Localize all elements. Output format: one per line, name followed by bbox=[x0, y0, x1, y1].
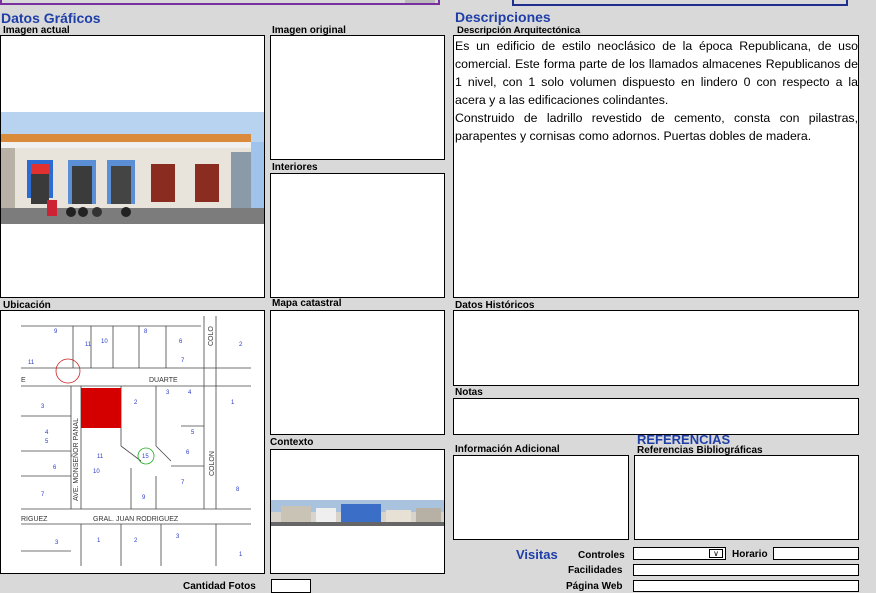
svg-text:COLO: COLO bbox=[208, 326, 215, 346]
building-photo bbox=[1, 112, 264, 224]
section-descripciones: Descripciones bbox=[455, 9, 551, 25]
svg-text:DUARTE: DUARTE bbox=[149, 377, 178, 384]
svg-text:AVE. MONSEÑOR PANAL: AVE. MONSEÑOR PANAL bbox=[71, 418, 80, 501]
descripcion-paragraph-1: Es un edificio de estilo neoclásico de l… bbox=[455, 39, 858, 107]
descripcion-text: Es un edificio de estilo neoclásico de l… bbox=[455, 37, 858, 145]
facilidades-field[interactable] bbox=[633, 564, 859, 576]
ubicacion-frame: DUARTE GRAL. JUAN RODRIGUEZ RIGUEZ E AVE… bbox=[0, 310, 265, 574]
imagen-original-frame bbox=[270, 35, 445, 160]
svg-text:E: E bbox=[21, 377, 26, 384]
svg-text:11: 11 bbox=[97, 454, 104, 460]
imagen-actual-frame bbox=[0, 35, 265, 298]
label-pagina-web: Página Web bbox=[566, 581, 623, 592]
label-controles: Controles bbox=[578, 550, 625, 561]
label-interiores: Interiores bbox=[272, 162, 318, 173]
svg-text:11: 11 bbox=[85, 342, 92, 348]
top-frame-left bbox=[0, 0, 440, 5]
svg-text:11: 11 bbox=[28, 360, 35, 366]
horario-field[interactable] bbox=[773, 547, 859, 560]
section-visitas: Visitas bbox=[516, 547, 558, 562]
contexto-photo bbox=[271, 500, 444, 526]
svg-text:10: 10 bbox=[93, 469, 100, 475]
label-horario: Horario bbox=[732, 549, 768, 560]
label-notas: Notas bbox=[455, 387, 483, 398]
svg-text:15: 15 bbox=[142, 454, 149, 460]
top-frame-left-button bbox=[405, 0, 435, 3]
svg-text:COLON: COLON bbox=[209, 451, 216, 476]
section-datos-graficos: Datos Gráficos bbox=[1, 10, 101, 26]
mapa-catastral-frame bbox=[270, 310, 445, 435]
contexto-frame bbox=[270, 449, 445, 574]
controles-select[interactable]: ∨ bbox=[633, 547, 726, 560]
top-frame-right bbox=[512, 0, 848, 6]
label-mapa-catastral: Mapa catastral bbox=[272, 298, 342, 309]
label-cantidad-fotos: Cantidad Fotos bbox=[183, 581, 256, 592]
notas-field[interactable] bbox=[453, 398, 859, 435]
label-facilidades: Facilidades bbox=[568, 565, 623, 576]
svg-text:RIGUEZ: RIGUEZ bbox=[21, 516, 48, 523]
interiores-frame bbox=[270, 173, 445, 298]
pagina-web-field[interactable] bbox=[633, 580, 859, 592]
location-map: DUARTE GRAL. JUAN RODRIGUEZ RIGUEZ E AVE… bbox=[21, 316, 261, 566]
svg-text:10: 10 bbox=[101, 339, 108, 345]
svg-text:GRAL. JUAN RODRIGUEZ: GRAL. JUAN RODRIGUEZ bbox=[93, 516, 179, 523]
datos-historicos-field[interactable] bbox=[453, 310, 859, 386]
referencias-bibliograficas-field[interactable] bbox=[634, 455, 859, 540]
informacion-adicional-field[interactable] bbox=[453, 455, 629, 540]
chevron-down-icon[interactable]: ∨ bbox=[709, 549, 723, 558]
label-informacion-adicional: Información Adicional bbox=[455, 444, 560, 455]
label-contexto: Contexto bbox=[270, 437, 314, 448]
descripcion-paragraph-2: Construido de ladrillo revestido de ceme… bbox=[455, 111, 858, 143]
